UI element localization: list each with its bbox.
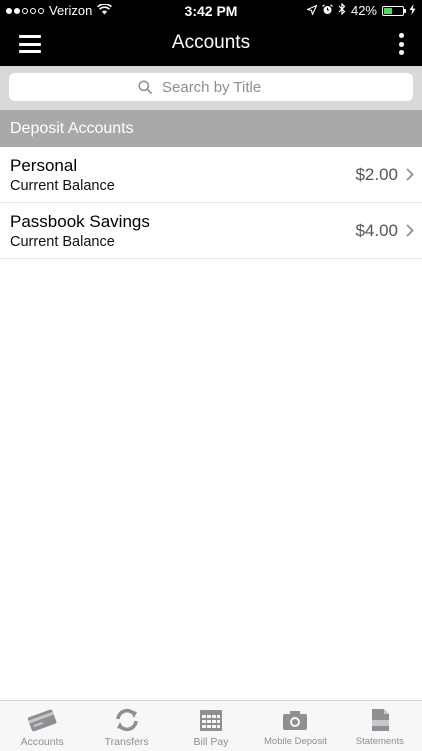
account-row-personal[interactable]: Personal Current Balance $2.00 <box>0 147 422 203</box>
tab-statements[interactable]: Statements <box>338 701 422 751</box>
card-icon <box>25 706 59 734</box>
battery-percent: 42% <box>350 3 377 18</box>
tab-accounts[interactable]: Accounts <box>0 701 84 751</box>
navigation-bar: Accounts <box>0 22 422 66</box>
tab-label: Accounts <box>20 736 64 748</box>
battery-icon <box>382 5 406 16</box>
chevron-right-icon <box>406 224 414 242</box>
search-icon <box>138 80 152 94</box>
more-options-icon[interactable] <box>398 33 404 55</box>
account-name: Passbook Savings <box>10 212 150 231</box>
tab-bar: Accounts Transfers Bill Pay Mobile Depos… <box>0 700 422 751</box>
chevron-right-icon <box>406 168 414 186</box>
tab-label: Statements <box>355 736 404 747</box>
tab-label: Mobile Deposit <box>264 736 327 747</box>
status-bar: Verizon 3:42 PM 42% <box>0 0 422 22</box>
pdf-document-icon <box>367 706 393 734</box>
tab-transfers[interactable]: Transfers <box>84 701 168 751</box>
search-box[interactable] <box>9 73 413 101</box>
location-arrow-icon <box>305 3 318 18</box>
tab-label: Transfers <box>104 736 149 748</box>
tab-bill-pay[interactable]: Bill Pay <box>169 701 253 751</box>
account-balance-label: Current Balance <box>10 234 115 250</box>
charging-bolt-icon <box>409 3 416 18</box>
tab-mobile-deposit[interactable]: Mobile Deposit <box>253 701 337 751</box>
camera-icon <box>281 706 309 734</box>
account-balance-amount: $2.00 <box>355 165 398 184</box>
search-input[interactable] <box>160 77 284 97</box>
account-row-passbook-savings[interactable]: Passbook Savings Current Balance $4.00 <box>0 203 422 259</box>
status-right: 42% <box>305 2 416 18</box>
bluetooth-icon <box>338 2 346 18</box>
alarm-clock-icon <box>322 3 333 18</box>
account-list: Personal Current Balance $2.00 Passbook … <box>0 147 422 259</box>
account-name: Personal <box>10 156 78 175</box>
section-header-deposit-accounts: Deposit Accounts <box>0 110 422 147</box>
tab-label: Bill Pay <box>193 736 229 748</box>
account-balance-label: Current Balance <box>10 178 115 194</box>
account-balance-amount: $4.00 <box>355 221 398 240</box>
page-title: Accounts <box>171 32 251 53</box>
calendar-icon <box>198 706 224 734</box>
refresh-arrows-icon <box>114 706 140 734</box>
battery-level-fill <box>384 7 393 14</box>
search-bar-container <box>0 66 422 110</box>
